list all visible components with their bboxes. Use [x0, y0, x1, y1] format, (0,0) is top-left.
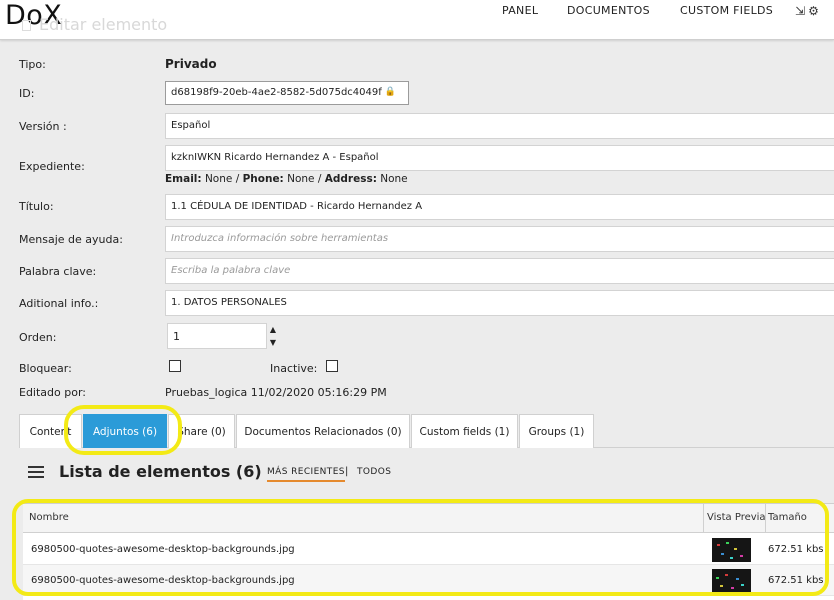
phone-value: None	[287, 173, 315, 185]
mensaje-input[interactable]: Introduzca información sobre herramienta…	[165, 226, 834, 252]
additional-label: Aditional info.:	[19, 297, 99, 310]
expediente-contact-info: Email: None / Phone: None / Address: Non…	[165, 173, 408, 185]
address-label: Address:	[324, 173, 377, 185]
version-label: Versión :	[19, 120, 67, 133]
editado-label: Editado por:	[19, 386, 86, 399]
editado-value: Pruebas_logica 11/02/2020 05:16:29 PM	[165, 386, 387, 399]
list-icon	[28, 466, 44, 478]
filter-recent[interactable]: MÁS RECIENTES	[267, 467, 345, 482]
mensaje-label: Mensaje de ayuda:	[19, 233, 123, 246]
id-value: d68198f9-20eb-4ae2-8582-5d075dc4049f	[171, 87, 382, 98]
page-icon	[22, 20, 31, 31]
tab-content[interactable]: Content	[19, 414, 82, 448]
table-header: Nombre Vista Previa Tamaño	[23, 504, 834, 533]
inactive-label: Inactive:	[270, 362, 318, 375]
header-divider	[765, 504, 766, 533]
version-select[interactable]: Español	[165, 113, 834, 139]
filter-separator: |	[345, 466, 349, 477]
preview-thumbnail[interactable]	[712, 569, 751, 593]
phone-label: Phone:	[242, 173, 284, 185]
top-icons: ⇲ ⚙	[795, 4, 822, 18]
attachments-table: Nombre Vista Previa Tamaño 6980500-quote…	[23, 503, 834, 600]
filter-all[interactable]: TODOS	[357, 467, 391, 477]
bloquear-checkbox[interactable]	[169, 360, 181, 372]
bloquear-label: Bloquear:	[19, 362, 72, 375]
lock-icon: 🔒	[384, 87, 396, 97]
email-label: Email:	[165, 173, 202, 185]
preview-thumbnail[interactable]	[712, 538, 751, 562]
nav-custom-fields[interactable]: CUSTOM FIELDS	[680, 4, 773, 17]
nav-panel[interactable]: PANEL	[502, 4, 538, 17]
header-name[interactable]: Nombre	[29, 512, 69, 523]
logout-icon[interactable]: ⇲	[795, 4, 805, 18]
page-title-text: Editar elemento	[39, 15, 168, 34]
stepper-down-icon[interactable]: ▼	[268, 336, 278, 349]
email-value: None	[204, 173, 233, 185]
palabra-label: Palabra clave:	[19, 265, 97, 278]
titulo-input[interactable]: 1.1 CÉDULA DE IDENTIDAD - Ricardo Hernan…	[165, 194, 834, 220]
inactive-checkbox[interactable]	[326, 360, 338, 372]
page-title: Editar elemento	[22, 15, 167, 34]
tab-custom-fields[interactable]: Custom fields (1)	[411, 414, 518, 448]
header-preview[interactable]: Vista Previa	[707, 512, 766, 523]
header-divider	[703, 504, 704, 533]
orden-label: Orden:	[19, 331, 57, 344]
orden-input[interactable]: 1	[167, 323, 267, 349]
gear-icon[interactable]: ⚙	[808, 4, 819, 18]
expediente-label: Expediente:	[19, 160, 85, 173]
tab-groups[interactable]: Groups (1)	[519, 414, 594, 448]
file-size: 672.51 kbs	[768, 544, 824, 555]
top-bar: DoX Editar elemento PANEL DOCUMENTOS CUS…	[0, 0, 834, 40]
additional-input[interactable]: 1. DATOS PERSONALES	[165, 290, 834, 316]
tab-documentos-relacionados[interactable]: Documentos Relacionados (0)	[236, 414, 410, 448]
id-field: d68198f9-20eb-4ae2-8582-5d075dc4049f 🔒	[165, 81, 409, 105]
file-size: 672.51 kbs	[768, 575, 824, 586]
file-name[interactable]: 6980500-quotes-awesome-desktop-backgroun…	[31, 575, 295, 586]
nav-documents[interactable]: DOCUMENTOS	[567, 4, 650, 17]
titulo-label: Título:	[19, 200, 54, 213]
file-name[interactable]: 6980500-quotes-awesome-desktop-backgroun…	[31, 544, 295, 555]
id-label: ID:	[19, 87, 35, 100]
table-row[interactable]: 6980500-quotes-awesome-desktop-backgroun…	[23, 534, 834, 565]
tipo-label: Tipo:	[19, 58, 46, 71]
table-row[interactable]: 6980500-quotes-awesome-desktop-backgroun…	[23, 565, 834, 596]
tab-share[interactable]: Share (0)	[168, 414, 235, 448]
expediente-field[interactable]: kzknIWKN Ricardo Hernandez A - Español	[165, 145, 834, 171]
header-size[interactable]: Tamaño	[768, 512, 807, 523]
tipo-value: Privado	[165, 57, 217, 71]
palabra-input[interactable]: Escriba la palabra clave	[165, 258, 834, 284]
stepper-up-icon[interactable]: ▲	[268, 323, 278, 336]
orden-stepper[interactable]: ▲ ▼	[268, 323, 278, 349]
list-title: Lista de elementos (6)	[59, 462, 262, 481]
address-value: None	[380, 173, 408, 185]
tab-adjuntos[interactable]: Adjuntos (6)	[83, 414, 167, 448]
